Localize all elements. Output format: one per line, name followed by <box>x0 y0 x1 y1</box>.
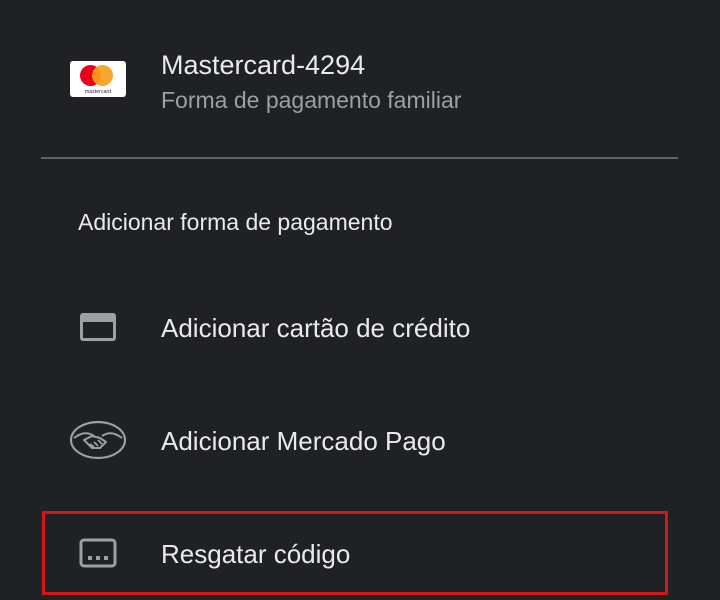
add-credit-card-label: Adicionar cartão de crédito <box>161 313 471 343</box>
divider <box>41 157 678 159</box>
saved-method-subtitle: Forma de pagamento familiar <box>161 87 462 113</box>
mastercard-logo-icon: mastercard <box>70 61 126 97</box>
payment-methods-screen: mastercard Mastercard-4294 Forma de paga… <box>0 0 720 600</box>
add-payment-section-header: Adicionar forma de pagamento <box>78 209 393 235</box>
handshake-icon <box>69 418 127 462</box>
add-mercado-pago-option[interactable]: Adicionar Mercado Pago <box>0 398 720 482</box>
mastercard-orange-circle <box>92 65 113 86</box>
mastercard-wordmark: mastercard <box>84 89 111 95</box>
add-mercado-pago-label: Adicionar Mercado Pago <box>161 426 446 456</box>
saved-payment-method[interactable]: mastercard Mastercard-4294 Forma de paga… <box>0 30 720 130</box>
selection-highlight <box>42 511 668 595</box>
credit-card-icon <box>70 305 126 349</box>
add-credit-card-option[interactable]: Adicionar cartão de crédito <box>0 285 720 369</box>
saved-method-title: Mastercard-4294 <box>161 50 366 80</box>
